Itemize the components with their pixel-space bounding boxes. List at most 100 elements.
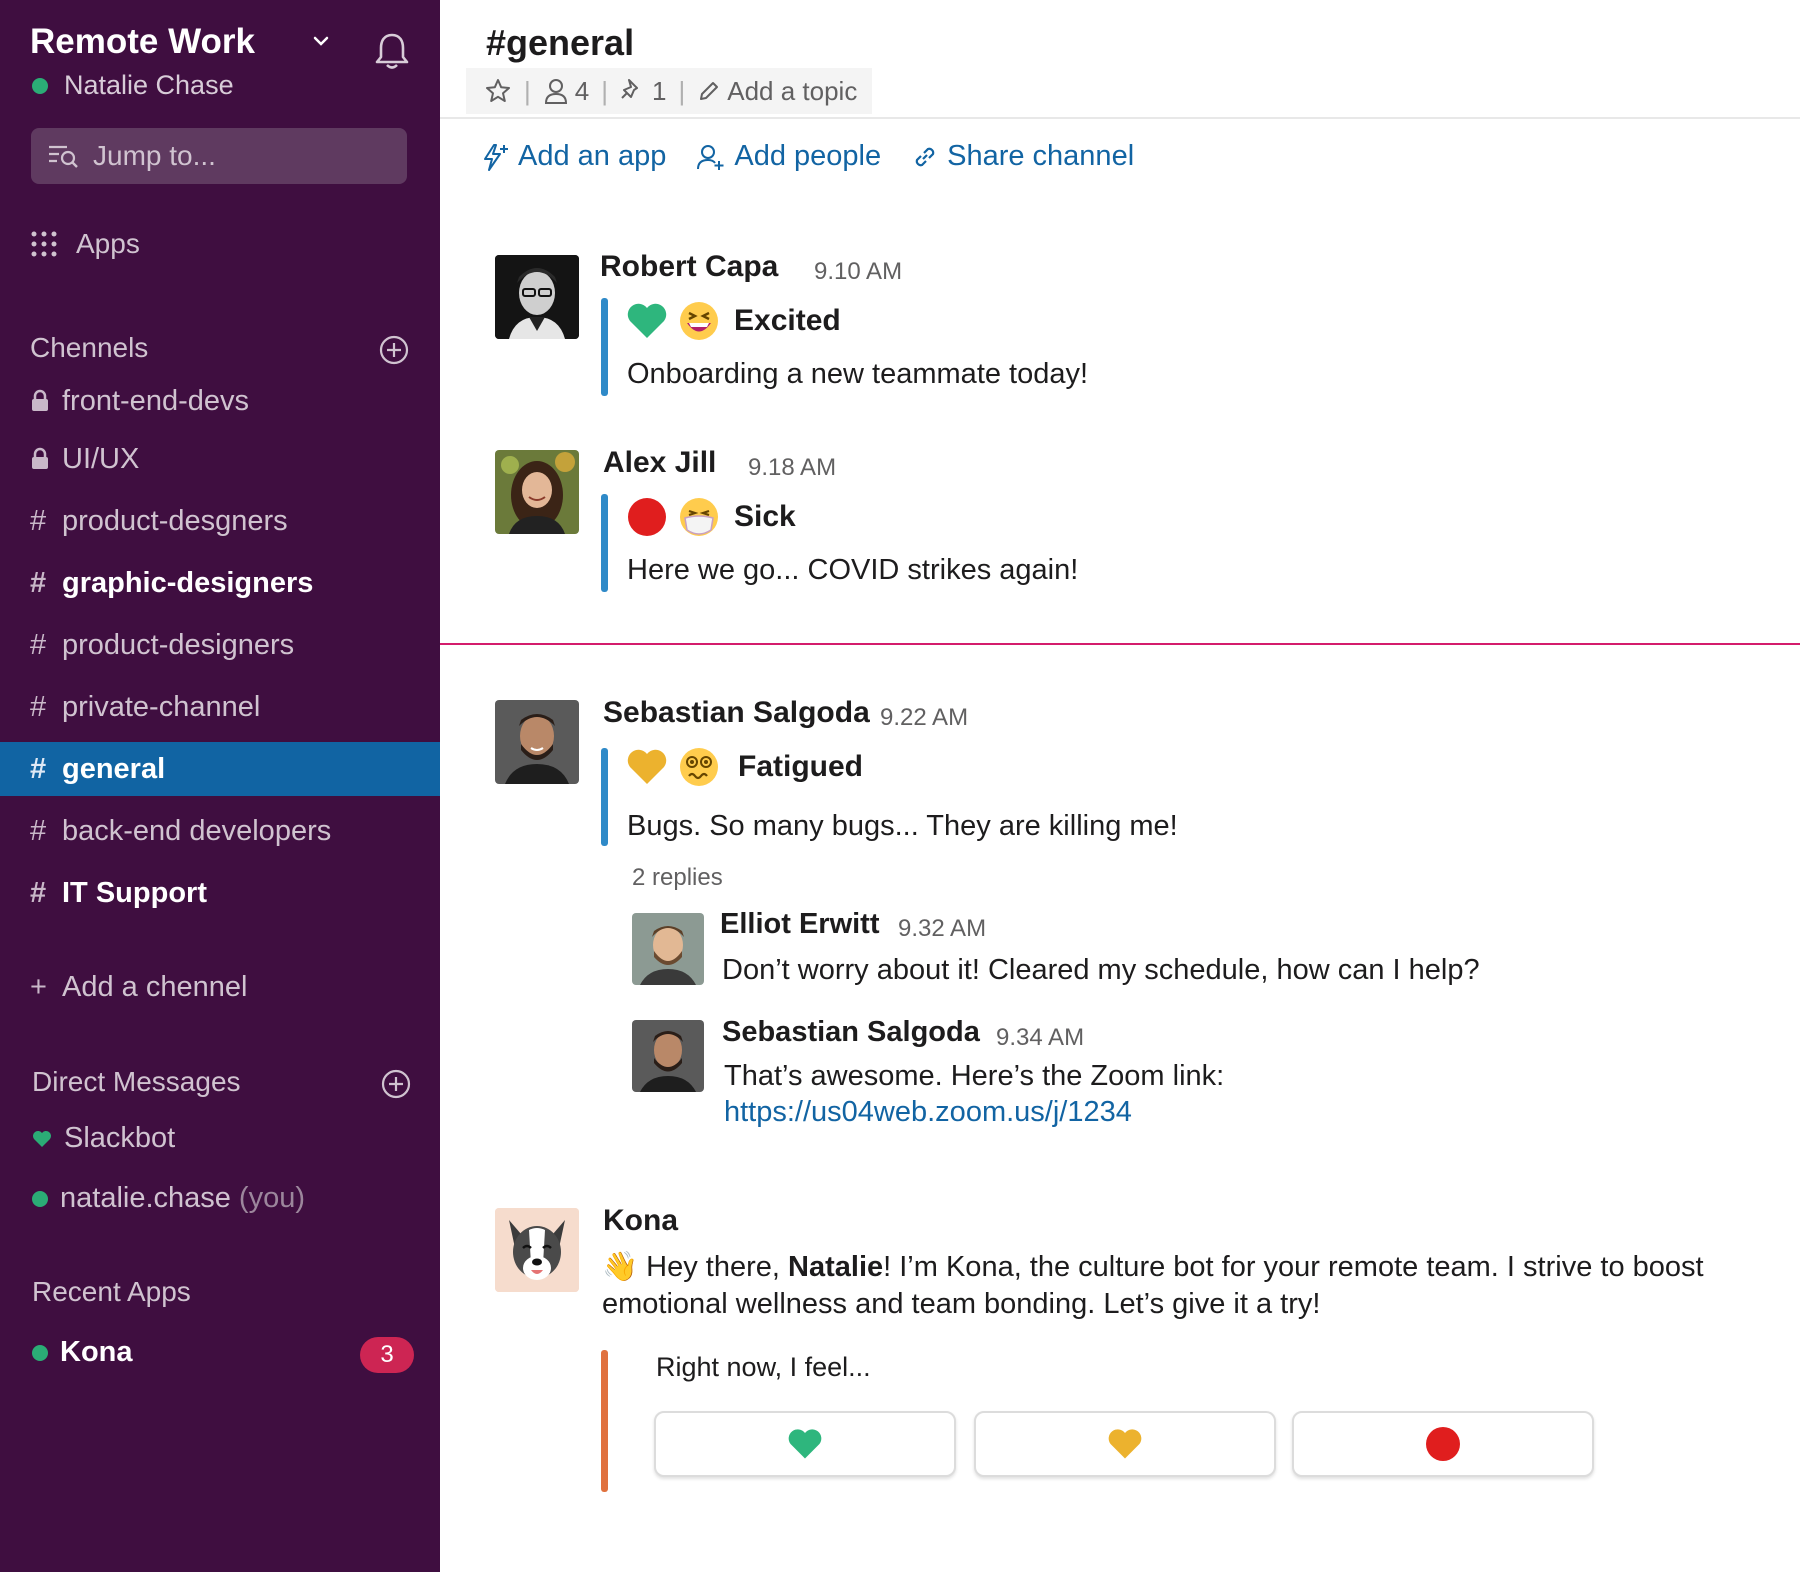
avatar[interactable] bbox=[632, 913, 704, 985]
message-timestamp[interactable]: 9.18 AM bbox=[748, 454, 836, 482]
add-topic-label: Add a topic bbox=[727, 75, 858, 106]
add-app-button[interactable]: Add an app bbox=[480, 140, 666, 173]
status-quote-bar bbox=[601, 748, 608, 846]
mood-option-green-button[interactable] bbox=[654, 1411, 956, 1477]
dizzy-face-icon bbox=[680, 748, 718, 786]
link-icon bbox=[915, 147, 935, 166]
share-channel-label: Share channel bbox=[947, 140, 1135, 172]
channel-view: #general | 4 | 1 | Add a topic Add an ap… bbox=[440, 0, 1800, 1572]
channel-title[interactable]: #general bbox=[486, 22, 634, 64]
reply-text: That’s awesome. Here’s the Zoom link: bbox=[724, 1060, 1225, 1092]
message-author[interactable]: Robert Capa bbox=[600, 250, 778, 284]
channel-meta-bar: | 4 | 1 | Add a topic bbox=[466, 68, 872, 114]
add-channel-link[interactable]: + Add a chennel bbox=[0, 960, 440, 1014]
member-count-value: 4 bbox=[574, 75, 590, 106]
member-count[interactable]: 4 bbox=[543, 76, 589, 107]
reply-author[interactable]: Sebastian Salgoda bbox=[722, 1016, 980, 1049]
message-timestamp[interactable]: 9.10 AM bbox=[814, 258, 902, 286]
sidebar-item-graphic-designers[interactable]: # graphic-designers bbox=[0, 556, 440, 610]
add-people-button[interactable]: Add people bbox=[696, 140, 881, 173]
green-heart-icon bbox=[788, 1429, 822, 1459]
sidebar-item-it-support[interactable]: # IT Support bbox=[0, 866, 440, 920]
add-topic-button[interactable]: Add a topic bbox=[697, 76, 857, 107]
intro-text: ! I’m Kona, the culture bot for your rem… bbox=[883, 1251, 1704, 1283]
recent-app-kona[interactable]: Kona bbox=[32, 1336, 133, 1369]
sidebar: Remote Work Natalie Chase Jump to... App… bbox=[0, 0, 440, 1572]
unread-badge: 3 bbox=[360, 1337, 414, 1373]
sidebar-item-back-end-developers[interactable]: # back-end developers bbox=[0, 804, 440, 858]
status-label: Excited bbox=[734, 304, 841, 337]
direct-messages-heading[interactable]: Direct Messages bbox=[32, 1066, 241, 1098]
hash-icon: # bbox=[30, 504, 47, 537]
new-messages-divider bbox=[440, 643, 1800, 645]
heart-icon bbox=[33, 1130, 51, 1147]
add-dm-plus-icon[interactable] bbox=[380, 1068, 412, 1100]
plus-icon: + bbox=[30, 970, 47, 1003]
add-people-label: Add people bbox=[734, 140, 882, 172]
message-author[interactable]: Alex Jill bbox=[603, 446, 716, 480]
red-circle-icon bbox=[628, 498, 666, 536]
share-channel-button[interactable]: Share channel bbox=[911, 140, 1134, 173]
channels-heading[interactable]: Chennels bbox=[30, 332, 148, 364]
channel-name: back-end developers bbox=[62, 814, 332, 847]
attachment-bar bbox=[601, 1350, 608, 1492]
app-name: Kona bbox=[60, 1336, 133, 1368]
sidebar-item-front-end-devs[interactable]: front-end-devs bbox=[0, 374, 440, 428]
jump-to-placeholder: Jump to... bbox=[93, 140, 216, 171]
hash-icon: # bbox=[30, 752, 47, 785]
avatar[interactable] bbox=[495, 700, 579, 784]
chevron-down-icon[interactable] bbox=[310, 30, 332, 52]
mood-option-yellow-button[interactable] bbox=[974, 1411, 1276, 1477]
lock-icon bbox=[30, 447, 62, 471]
intro-text: Hey there, bbox=[646, 1251, 780, 1283]
sidebar-item-private-channel[interactable]: # private-channel bbox=[0, 680, 440, 734]
sidebar-item-ui-ux[interactable]: UI/UX bbox=[0, 432, 440, 486]
sidebar-item-product-desgners[interactable]: # product-desgners bbox=[0, 494, 440, 548]
red-circle-icon bbox=[1426, 1427, 1460, 1461]
intro-name: Natalie bbox=[788, 1251, 884, 1283]
bot-intro-line1: 👋 Hey there, Natalie! I’m Kona, the cult… bbox=[602, 1250, 1704, 1284]
bell-icon[interactable] bbox=[372, 30, 412, 72]
message-timestamp[interactable]: 9.22 AM bbox=[880, 704, 968, 732]
online-status-icon bbox=[32, 77, 48, 94]
status-label: Fatigued bbox=[738, 750, 863, 783]
dm-item-natalie-chase[interactable]: natalie.chase (you) bbox=[32, 1182, 305, 1215]
recent-apps-heading[interactable]: Recent Apps bbox=[32, 1276, 191, 1308]
hash-icon: # bbox=[30, 690, 47, 723]
channel-actions: Add an app Add people Share channel bbox=[480, 140, 1164, 173]
hash-icon: # bbox=[30, 814, 47, 847]
pin-icon bbox=[621, 79, 638, 99]
zoom-link[interactable]: https://us04web.zoom.us/j/1234 bbox=[724, 1096, 1132, 1129]
pinned-count[interactable]: 1 bbox=[620, 76, 666, 107]
status-quote-bar bbox=[601, 494, 608, 592]
apps-label: Apps bbox=[76, 228, 140, 259]
avatar[interactable] bbox=[495, 255, 579, 339]
channel-name: product-designers bbox=[62, 628, 295, 661]
status-label: Sick bbox=[734, 500, 796, 533]
sidebar-item-product-designers[interactable]: # product-designers bbox=[0, 618, 440, 672]
message-author[interactable]: Kona bbox=[603, 1204, 678, 1238]
jump-to-search[interactable]: Jump to... bbox=[31, 128, 407, 184]
reply-timestamp[interactable]: 9.32 AM bbox=[898, 915, 986, 943]
dm-item-slackbot[interactable]: Slackbot bbox=[32, 1122, 175, 1155]
waving-hand-icon: 👋 bbox=[602, 1251, 639, 1283]
pinned-count-value: 1 bbox=[652, 75, 667, 106]
sidebar-item-general[interactable]: # general bbox=[0, 742, 440, 796]
reply-author[interactable]: Elliot Erwitt bbox=[720, 908, 880, 941]
sidebar-apps[interactable]: Apps bbox=[30, 228, 140, 260]
current-user-status[interactable]: Natalie Chase bbox=[32, 70, 234, 101]
star-icon[interactable] bbox=[484, 77, 512, 105]
avatar[interactable] bbox=[632, 1020, 704, 1092]
thread-replies-link[interactable]: 2 replies bbox=[632, 864, 723, 892]
add-channel-plus-icon[interactable] bbox=[378, 334, 410, 366]
avatar[interactable] bbox=[495, 450, 579, 534]
channel-name: graphic-designers bbox=[62, 566, 314, 599]
mood-option-red-button[interactable] bbox=[1292, 1411, 1594, 1477]
message-author[interactable]: Sebastian Salgoda bbox=[603, 696, 870, 730]
workspace-name[interactable]: Remote Work bbox=[30, 22, 255, 62]
channel-name: front-end-devs bbox=[62, 384, 249, 417]
kona-dog-avatar[interactable] bbox=[495, 1208, 579, 1292]
reply-timestamp[interactable]: 9.34 AM bbox=[996, 1024, 1084, 1052]
person-add-icon bbox=[697, 144, 724, 170]
mood-prompt: Right now, I feel... bbox=[656, 1352, 871, 1382]
